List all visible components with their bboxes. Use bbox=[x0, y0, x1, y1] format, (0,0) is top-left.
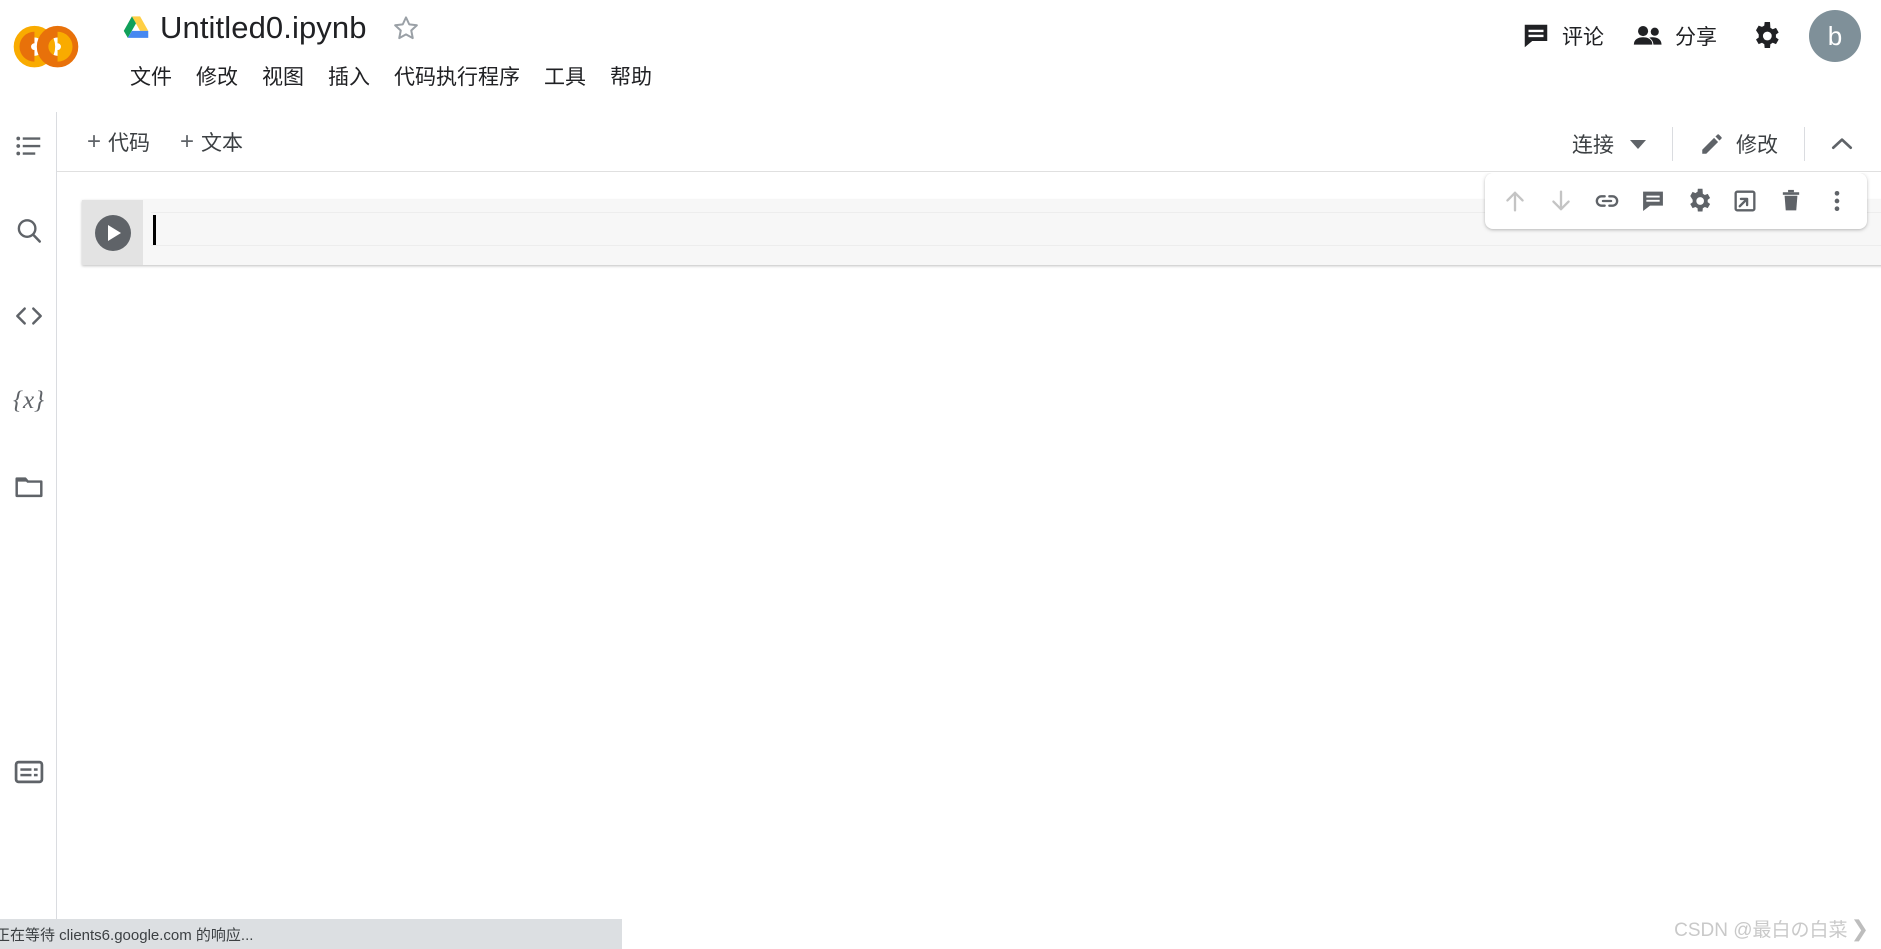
comment-icon bbox=[1524, 24, 1548, 48]
colab-window: Untitled0.ipynb 文件 修改 视图 插入 代码执行程序 工具 帮助… bbox=[0, 0, 1881, 949]
pencil-icon bbox=[1702, 134, 1722, 154]
sidebar-item-code-snippets[interactable] bbox=[0, 288, 57, 344]
app-header: Untitled0.ipynb 文件 修改 视图 插入 代码执行程序 工具 帮助… bbox=[0, 0, 1881, 112]
terminal-icon bbox=[14, 760, 43, 784]
play-icon bbox=[108, 224, 121, 241]
settings-button[interactable] bbox=[1741, 11, 1791, 61]
notebook-body bbox=[57, 173, 1881, 905]
google-drive-icon bbox=[123, 16, 149, 38]
document-title-row: Untitled0.ipynb bbox=[122, 6, 421, 50]
mirror-cell-button[interactable] bbox=[1723, 179, 1767, 223]
menu-file[interactable]: 文件 bbox=[118, 62, 184, 94]
menu-edit[interactable]: 修改 bbox=[184, 62, 250, 94]
left-sidebar: {x} bbox=[0, 112, 57, 949]
plus-icon: + bbox=[180, 128, 195, 155]
toolbar-divider bbox=[1804, 127, 1805, 161]
notebook-toolbar: + 代码 + 文本 连接 修改 bbox=[57, 112, 1881, 172]
cell-gutter bbox=[82, 200, 143, 265]
text-cursor bbox=[153, 215, 156, 245]
more-options-button[interactable] bbox=[1815, 179, 1859, 223]
comment-label: 评论 bbox=[1562, 26, 1604, 49]
link-to-cell-button[interactable] bbox=[1585, 179, 1629, 223]
browser-status-bar: 正在等待 clients6.google.com 的响应... bbox=[0, 919, 622, 949]
add-code-label: 代码 bbox=[108, 132, 151, 155]
star-outline-icon[interactable] bbox=[391, 13, 421, 43]
status-text: 正在等待 clients6.google.com 的响应... bbox=[0, 926, 254, 944]
delete-cell-button[interactable] bbox=[1769, 179, 1813, 223]
search-icon bbox=[17, 219, 41, 243]
share-button[interactable]: 分享 bbox=[1618, 14, 1731, 58]
move-cell-up-button[interactable] bbox=[1493, 179, 1537, 223]
chevron-up-icon bbox=[1831, 138, 1853, 150]
arrow-up-icon bbox=[1506, 191, 1524, 212]
sidebar-item-terminal[interactable] bbox=[0, 744, 57, 800]
toolbar-right-actions: 连接 修改 bbox=[1560, 121, 1865, 167]
list-icon bbox=[15, 136, 40, 156]
variables-icon: {x} bbox=[12, 387, 45, 414]
watermark-text: CSDN @最白の白菜 bbox=[1674, 920, 1848, 941]
add-comment-button[interactable] bbox=[1631, 179, 1675, 223]
open-in-new-pane-icon bbox=[1734, 190, 1756, 212]
people-icon bbox=[1633, 26, 1662, 45]
gear-icon bbox=[1756, 22, 1779, 48]
menu-runtime[interactable]: 代码执行程序 bbox=[382, 62, 532, 94]
toolbar-divider bbox=[1672, 127, 1673, 161]
plus-icon: + bbox=[87, 128, 102, 155]
code-brackets-icon bbox=[15, 307, 42, 325]
sidebar-item-find-replace[interactable] bbox=[0, 203, 57, 259]
user-avatar[interactable]: b bbox=[1809, 10, 1861, 62]
sidebar-item-files[interactable] bbox=[0, 458, 57, 514]
menu-help[interactable]: 帮助 bbox=[598, 62, 664, 94]
edit-mode-label: 修改 bbox=[1736, 134, 1778, 157]
trash-icon bbox=[1782, 189, 1800, 211]
more-vert-icon bbox=[1834, 190, 1840, 212]
add-code-cell-button[interactable]: + 代码 bbox=[75, 123, 162, 161]
menu-insert[interactable]: 插入 bbox=[316, 62, 382, 94]
share-label: 分享 bbox=[1675, 26, 1717, 49]
move-cell-down-button[interactable] bbox=[1539, 179, 1583, 223]
connect-label: 连接 bbox=[1572, 134, 1614, 157]
document-title[interactable]: Untitled0.ipynb bbox=[160, 6, 367, 50]
collapse-toolbar-button[interactable] bbox=[1819, 121, 1865, 167]
watermark: CSDN @最白の白菜 ❯ bbox=[1674, 915, 1869, 942]
cell-action-toolbar bbox=[1485, 173, 1867, 229]
add-text-label: 文本 bbox=[201, 132, 244, 155]
header-actions: 评论 分享 b bbox=[1507, 10, 1861, 62]
colab-logo-icon[interactable] bbox=[12, 18, 80, 76]
arrow-down-icon bbox=[1552, 190, 1570, 211]
run-cell-button[interactable] bbox=[94, 214, 131, 251]
gear-icon bbox=[1690, 188, 1711, 212]
link-icon bbox=[1595, 195, 1619, 207]
comment-button[interactable]: 评论 bbox=[1507, 14, 1618, 58]
menu-tools[interactable]: 工具 bbox=[532, 62, 598, 94]
sidebar-item-variables[interactable]: {x} bbox=[0, 373, 57, 429]
add-cell-buttons: + 代码 + 文本 bbox=[75, 123, 255, 161]
folder-icon bbox=[14, 477, 43, 498]
edit-mode-button[interactable]: 修改 bbox=[1687, 123, 1790, 165]
chevron-right-icon: ❯ bbox=[1850, 915, 1869, 941]
cell-settings-button[interactable] bbox=[1677, 179, 1721, 223]
connect-button[interactable]: 连接 bbox=[1560, 123, 1658, 165]
add-text-cell-button[interactable]: + 文本 bbox=[168, 123, 255, 161]
sidebar-item-table-of-contents[interactable] bbox=[0, 118, 57, 174]
menu-bar: 文件 修改 视图 插入 代码执行程序 工具 帮助 bbox=[118, 62, 664, 94]
menu-view[interactable]: 视图 bbox=[250, 62, 316, 94]
chevron-down-icon bbox=[1630, 139, 1646, 149]
comment-icon bbox=[1643, 191, 1663, 212]
